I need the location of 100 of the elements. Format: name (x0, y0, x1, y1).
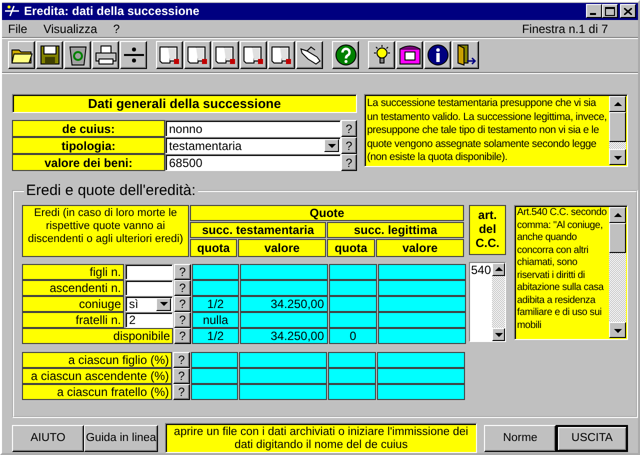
dropdown-field[interactable]: sì (125, 296, 173, 312)
row-label: ascendenti n. (22, 280, 124, 296)
help-button[interactable]: ? (341, 137, 357, 154)
window-title: Eredita: dati della successione (24, 4, 200, 18)
table-cell (329, 264, 377, 280)
toolbar-button[interactable] (120, 41, 147, 69)
app-icon (4, 4, 20, 18)
scroll-thumb[interactable] (609, 112, 626, 142)
input-field[interactable]: nonno (165, 120, 341, 137)
toolbar-button[interactable] (396, 41, 423, 69)
list-item[interactable]: 540 (471, 263, 492, 277)
menu-item[interactable]: Visualizza (41, 22, 100, 36)
caret-icon[interactable] (160, 301, 168, 307)
telephone-icon (398, 45, 422, 65)
divide-icon (122, 47, 144, 63)
scroll-up-icon[interactable] (494, 265, 504, 274)
column-header: quota (327, 239, 375, 257)
table-cell: 1/2 (192, 328, 239, 344)
table-cell (329, 312, 377, 328)
toolbar-button[interactable] (452, 41, 479, 69)
printer-icon (94, 45, 116, 65)
document-icon (242, 45, 264, 65)
close-button[interactable] (620, 4, 636, 18)
scroll-up-icon[interactable] (612, 100, 622, 108)
scroll-down-icon[interactable] (494, 330, 504, 339)
hand-icon (298, 45, 320, 65)
push-button[interactable]: AIUTO (12, 424, 84, 452)
input-field[interactable] (125, 280, 173, 296)
document-icon (270, 45, 292, 65)
column-header: succ. testamentaria (190, 222, 326, 238)
column-header: succ. legittima (327, 222, 464, 238)
row-label: a ciascun figlio (%) (22, 352, 172, 368)
caret-icon[interactable] (328, 142, 336, 148)
row-label: figli n. (22, 264, 124, 280)
push-button[interactable]: USCITA (556, 424, 628, 452)
section-title: Dati generali della successione (12, 94, 357, 113)
toolbar-button[interactable] (8, 41, 35, 69)
minimize-button[interactable] (586, 4, 602, 18)
table-cell (328, 384, 376, 400)
table-cell (328, 352, 376, 368)
toolbar-button[interactable] (212, 41, 239, 69)
info-icon (426, 44, 448, 66)
table-cell (191, 384, 238, 400)
menu-item[interactable]: File (6, 22, 30, 36)
scrollbar[interactable] (492, 263, 505, 341)
help-button[interactable]: ? (174, 328, 191, 344)
push-button[interactable]: Norme (484, 424, 556, 452)
toolbar-button[interactable] (424, 41, 451, 69)
table-cell (328, 368, 376, 384)
column-header: valore (376, 239, 464, 257)
table-cell: nulla (192, 312, 239, 328)
help-button[interactable]: ? (173, 384, 190, 400)
table-cell: 34.250,00 (240, 296, 328, 312)
help-button[interactable]: ? (173, 368, 190, 384)
field-label: valore dei beni: (12, 154, 165, 171)
help-button[interactable]: ? (341, 120, 357, 137)
help-button[interactable]: ? (173, 352, 190, 368)
help-button[interactable]: ? (174, 264, 191, 280)
toolbar-button[interactable] (268, 41, 295, 69)
help-button[interactable]: ? (341, 154, 357, 171)
column-header: valore (238, 239, 326, 257)
input-field[interactable]: 2 (125, 312, 173, 328)
maximize-button[interactable] (602, 4, 618, 18)
toolbar-button[interactable] (156, 41, 183, 69)
input-field[interactable] (125, 264, 173, 280)
row-label: a ciascun ascendente (%) (22, 368, 172, 384)
scrollbar[interactable] (609, 96, 626, 165)
help-button[interactable]: ? (174, 280, 191, 296)
dropdown-field[interactable]: testamentaria (165, 137, 341, 154)
table-cell (191, 368, 238, 384)
field-label: tipologia: (12, 137, 165, 154)
push-button[interactable]: Guida in linea (84, 424, 158, 452)
scrollbar[interactable] (609, 207, 626, 338)
help-button[interactable]: ? (174, 312, 191, 328)
toolbar-button[interactable] (36, 41, 63, 69)
document-icon (186, 45, 208, 65)
toolbar-button[interactable] (64, 41, 91, 69)
scroll-up-icon[interactable] (612, 210, 622, 220)
maximize-icon[interactable] (605, 6, 615, 16)
dropdown-button[interactable] (156, 298, 171, 310)
menu-item[interactable]: ? (111, 22, 122, 36)
toolbar-button[interactable] (240, 41, 267, 69)
toolbar-button[interactable] (184, 41, 211, 69)
table-cell (191, 352, 238, 368)
table-cell (329, 280, 377, 296)
article-list[interactable]: 540 (469, 262, 506, 342)
close-icon[interactable] (624, 8, 632, 15)
toolbar-button[interactable] (368, 41, 395, 69)
article-text: Art.540 C.C. secondo comma: "Al coniuge, anche quando concorra con altri chiamati, sono riservati i diritti di abitazione sulla casa adibita a residenza familiare e di uso sui mobili (516, 207, 608, 332)
toolbar-button[interactable] (296, 41, 323, 69)
help-button[interactable]: ? (174, 296, 191, 312)
group-title: Eredi e quote dell'eredità: (25, 182, 197, 199)
scroll-thumb[interactable] (609, 223, 626, 253)
dropdown-button[interactable] (324, 139, 339, 152)
window-counter: Finestra n.1 di 7 (522, 22, 608, 36)
input-field[interactable]: 68500 (165, 154, 341, 171)
table-cell (192, 280, 239, 296)
toolbar-button[interactable] (92, 41, 119, 69)
table-cell (329, 296, 377, 312)
toolbar-button[interactable] (332, 41, 359, 69)
